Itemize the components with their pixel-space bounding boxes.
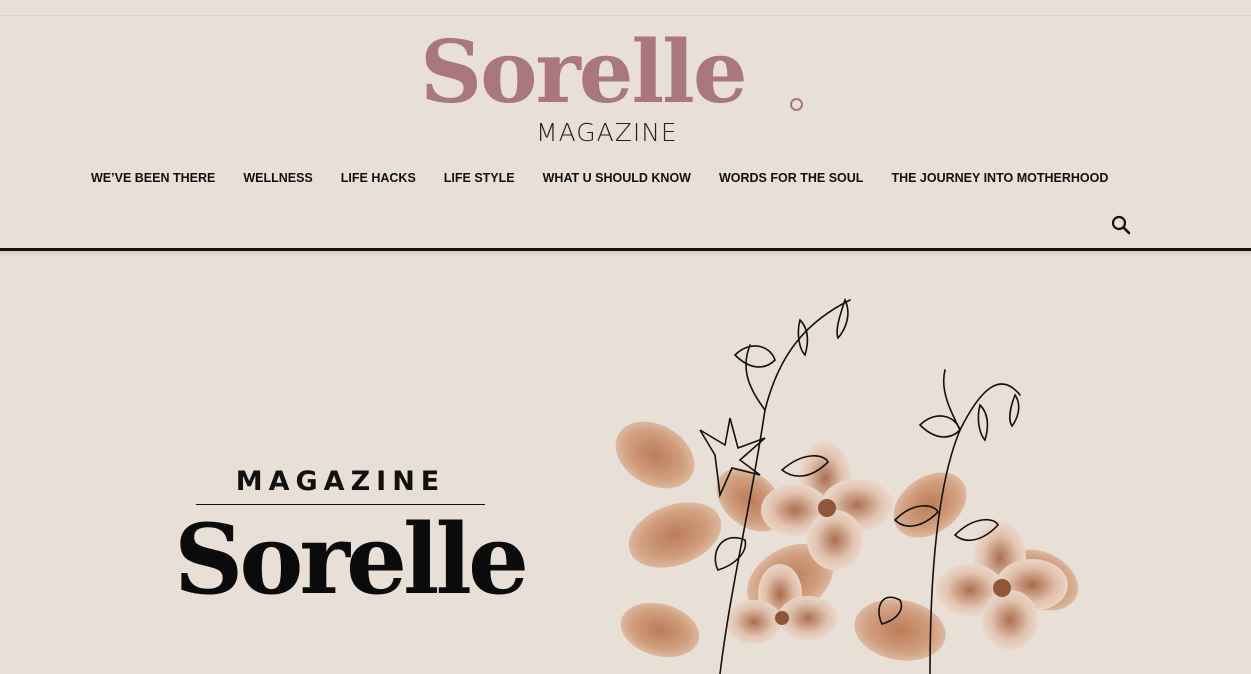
nav-item-journey-into-motherhood[interactable]: THE JOURNEY INTO MOTHERHOOD [891, 171, 1108, 185]
header-divider-shadow [0, 251, 1251, 257]
nav-item-life-style[interactable]: LIFE STYLE [444, 171, 515, 185]
nav-item-words-for-the-soul[interactable]: WORDS FOR THE SOUL [719, 171, 863, 185]
hero-kicker: MAGAZINE [235, 466, 446, 497]
logo-wordmark: Sorelle [420, 22, 748, 123]
main-navigation: WE’VE BEEN THERE WELLNESS LIFE HACKS LIF… [91, 170, 1136, 186]
logo-subtitle: MAGAZINE [536, 118, 678, 147]
site-logo[interactable]: Sorelle MAGAZINE [420, 30, 820, 149]
hero-title: Sorelle [174, 503, 529, 616]
logo-dot [790, 98, 803, 111]
nav-item-wellness[interactable]: WELLNESS [243, 171, 312, 185]
nav-item-what-u-should-know[interactable]: WHAT U SHOULD KNOW [543, 171, 691, 185]
floral-illustration [615, 297, 1079, 674]
search-icon [1111, 215, 1131, 235]
search-button[interactable] [1110, 214, 1132, 236]
nav-item-life-hacks[interactable]: LIFE HACKS [341, 171, 416, 185]
top-bar [0, 0, 1251, 16]
nav-item-weve-been-there[interactable]: WE’VE BEEN THERE [91, 171, 215, 185]
